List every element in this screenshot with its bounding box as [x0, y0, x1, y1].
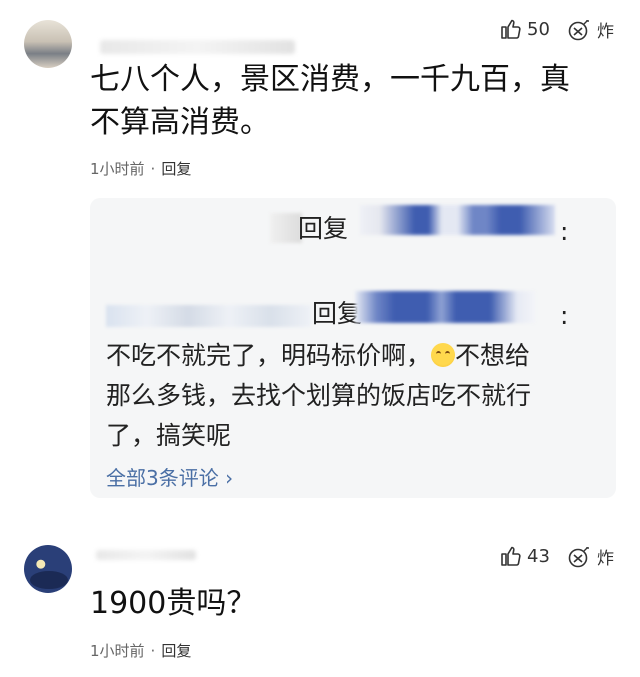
like-count: 43	[527, 545, 550, 567]
view-all-replies-link[interactable]: 全部3条评论 ›	[106, 462, 233, 491]
colon: :	[560, 217, 569, 246]
avatar[interactable]	[24, 20, 72, 68]
username-redacted[interactable]	[355, 291, 535, 323]
reply-text-part: 不吃不就完了，明码标价啊，	[106, 341, 432, 370]
timestamp: 1小时前	[90, 160, 145, 178]
comment-text: 七八个人，景区消费，一千九百，真 不算高消费。	[90, 58, 570, 144]
like-count: 50	[527, 18, 550, 40]
bomb-icon	[568, 546, 589, 567]
bomb-button[interactable]: 炸	[567, 17, 614, 42]
reply-text-line: 了，搞笑呢	[106, 421, 232, 450]
username-redacted[interactable]	[106, 305, 311, 327]
like-button[interactable]: 43	[499, 544, 550, 568]
comment-text: 1900贵吗？	[90, 586, 257, 621]
like-button[interactable]: 50	[499, 17, 550, 41]
timestamp: 1小时前	[90, 642, 145, 660]
separator-dot: ·	[150, 159, 156, 178]
comment-meta: 1小时前 · 回复	[90, 158, 191, 179]
username-redacted[interactable]	[100, 40, 295, 54]
reply-text: 不吃不就完了，明码标价啊， 不想给 那么多钱，去找个划算的饭店吃不就行 了，搞笑呢	[106, 336, 531, 456]
reply-text-line: 那么多钱，去找个划算的饭店吃不就行	[106, 381, 532, 410]
avatar[interactable]	[24, 545, 72, 593]
reply-text-part: 不想给	[455, 341, 531, 370]
username-redacted[interactable]	[360, 205, 555, 235]
thumbs-up-icon	[501, 546, 521, 566]
bomb-icon	[568, 19, 589, 40]
comment-text-line: 七八个人，景区消费，一千九百，真	[90, 62, 570, 97]
reply-button[interactable]: 回复	[161, 640, 191, 661]
bomb-button[interactable]: 炸	[567, 544, 614, 569]
comment-text-line: 不算高消费。	[90, 105, 270, 140]
separator-dot: ·	[150, 641, 156, 660]
reply-to-label: 回复	[298, 214, 349, 243]
bomb-label: 炸	[597, 22, 614, 42]
thumbs-up-icon	[501, 19, 521, 39]
rolling-eyes-emoji-icon	[431, 343, 456, 367]
comment-meta: 1小时前 · 回复	[90, 640, 191, 661]
reply-button[interactable]: 回复	[161, 158, 191, 179]
colon: :	[560, 301, 569, 330]
username-redacted[interactable]	[96, 550, 196, 560]
bomb-label: 炸	[597, 549, 614, 569]
